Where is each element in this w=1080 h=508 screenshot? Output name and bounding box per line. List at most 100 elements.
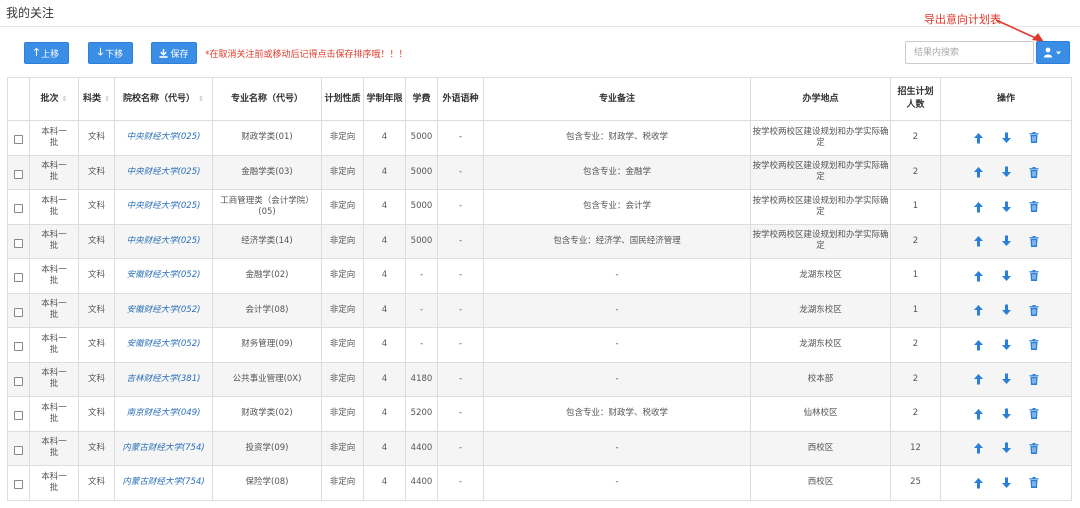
school-link[interactable]: 安徽财经大学(052) <box>127 339 201 349</box>
row-delete-button[interactable] <box>1026 268 1042 284</box>
school-link[interactable]: 中央财经大学(025) <box>127 167 201 177</box>
cell-years: 4 <box>363 292 406 328</box>
header-school[interactable]: 院校名称（代号） ⇕ <box>114 77 213 121</box>
row-select-cell <box>7 258 30 294</box>
school-link[interactable]: 内蒙古财经大学(754) <box>122 443 204 453</box>
cell-category: 文科 <box>78 430 115 466</box>
row-checkbox[interactable] <box>14 135 23 145</box>
row-move-down-button[interactable] <box>998 440 1014 456</box>
cell-school: 内蒙古财经大学(754) <box>114 465 213 501</box>
sort-icon[interactable]: ⇕ <box>198 95 204 103</box>
school-link[interactable]: 安徽财经大学(052) <box>127 270 201 280</box>
row-delete-button[interactable] <box>1026 130 1042 146</box>
school-link[interactable]: 安徽财经大学(052) <box>127 305 201 315</box>
row-delete-button[interactable] <box>1026 302 1042 318</box>
cell-major: 金融学类(03) <box>212 154 322 190</box>
row-move-up-button[interactable] <box>970 130 986 146</box>
cell-major: 工商管理类（会计学院）(05) <box>212 189 322 225</box>
row-move-up-button[interactable] <box>970 164 986 180</box>
row-move-down-button[interactable] <box>998 337 1014 353</box>
move-down-button[interactable]: 🡓 下移 <box>88 42 133 64</box>
row-checkbox[interactable] <box>14 376 23 386</box>
cell-plan: 1 <box>890 292 941 328</box>
row-move-up-button[interactable] <box>970 475 986 491</box>
row-delete-button[interactable] <box>1026 371 1042 387</box>
sort-icon[interactable]: ⇕ <box>104 95 110 103</box>
cell-nature: 非定向 <box>321 189 364 225</box>
export-plan-button[interactable] <box>1036 41 1070 64</box>
row-move-up-button[interactable] <box>970 440 986 456</box>
cell-fee: - <box>405 292 438 328</box>
cell-category: 文科 <box>78 327 115 363</box>
arrow-down-icon <box>1001 304 1011 316</box>
row-move-up-button[interactable] <box>970 337 986 353</box>
school-link[interactable]: 吉林财经大学(381) <box>127 374 201 384</box>
row-delete-button[interactable] <box>1026 164 1042 180</box>
cell-years: 4 <box>363 396 406 432</box>
school-link[interactable]: 南京财经大学(049) <box>127 408 201 418</box>
arrow-down-icon <box>1001 132 1011 143</box>
school-link[interactable]: 中央财经大学(025) <box>127 201 201 211</box>
row-move-down-button[interactable] <box>998 199 1014 215</box>
row-move-down-button[interactable] <box>998 233 1014 249</box>
cell-plan: 2 <box>890 361 941 397</box>
row-checkbox[interactable] <box>14 480 23 490</box>
row-delete-button[interactable] <box>1026 233 1042 249</box>
table-row: 本科一批文科 吉林财经大学(381) 公共事业管理(0X) 非定向 4 4180- - 校本部… <box>7 361 1072 397</box>
move-up-button[interactable]: 🡑 上移 <box>24 42 69 64</box>
header-category[interactable]: 科类 ⇕ <box>78 77 115 121</box>
trash-icon <box>1029 201 1039 213</box>
row-delete-button[interactable] <box>1026 337 1042 353</box>
row-move-up-button[interactable] <box>970 371 986 387</box>
arrow-up-icon: 🡑 <box>33 46 40 58</box>
row-delete-button[interactable] <box>1026 475 1042 491</box>
cell-location: 校本部 <box>750 361 891 397</box>
cell-language: - <box>437 430 484 466</box>
row-checkbox[interactable] <box>14 273 23 283</box>
cell-remark: 包含专业：财政学、税收学 <box>483 396 751 432</box>
row-move-up-button[interactable] <box>970 199 986 215</box>
row-delete-button[interactable] <box>1026 440 1042 456</box>
save-reminder-text: *在取消关注前或移动后记得点击保存排序哦！！！ <box>205 50 408 60</box>
cell-remark: 包含专业：财政学、税收学 <box>483 120 751 156</box>
cell-ops <box>940 396 1072 432</box>
cell-major: 经济学类(14) <box>212 223 322 259</box>
row-move-up-button[interactable] <box>970 302 986 318</box>
search-input[interactable] <box>905 41 1034 64</box>
row-delete-button[interactable] <box>1026 199 1042 215</box>
row-move-down-button[interactable] <box>998 302 1014 318</box>
table-row: 本科一批文科 中央财经大学(025) 金融学类(03) 非定向 4 5000- 包含专业：金… <box>7 154 1072 190</box>
row-move-down-button[interactable] <box>998 164 1014 180</box>
row-move-down-button[interactable] <box>998 130 1014 146</box>
header-batch[interactable]: 批次 ⇕ <box>29 77 79 121</box>
move-down-label: 下移 <box>105 49 124 60</box>
row-checkbox[interactable] <box>14 445 23 455</box>
school-link[interactable]: 内蒙古财经大学(754) <box>122 477 204 487</box>
row-delete-button[interactable] <box>1026 406 1042 422</box>
row-move-down-button[interactable] <box>998 371 1014 387</box>
row-checkbox[interactable] <box>14 342 23 352</box>
school-link[interactable]: 中央财经大学(025) <box>127 236 201 246</box>
school-link[interactable]: 中央财经大学(025) <box>127 132 201 142</box>
row-checkbox[interactable] <box>14 238 23 248</box>
trash-icon <box>1029 339 1039 351</box>
row-checkbox[interactable] <box>14 411 23 421</box>
row-move-down-button[interactable] <box>998 268 1014 284</box>
row-checkbox[interactable] <box>14 307 23 317</box>
cell-category: 文科 <box>78 154 115 190</box>
row-checkbox[interactable] <box>14 204 23 214</box>
save-button[interactable]: 保存 <box>151 42 197 64</box>
row-move-up-button[interactable] <box>970 233 986 249</box>
row-move-up-button[interactable] <box>970 268 986 284</box>
cell-batch: 本科一批 <box>29 154 79 190</box>
trash-icon <box>1029 270 1039 282</box>
row-move-down-button[interactable] <box>998 475 1014 491</box>
row-checkbox[interactable] <box>14 169 23 179</box>
cell-school: 内蒙古财经大学(754) <box>114 430 213 466</box>
trash-icon <box>1029 442 1039 454</box>
table-row: 本科一批文科 中央财经大学(025) 经济学类(14) 非定向 4 5000- 包含专业：经… <box>7 223 1072 259</box>
row-move-up-button[interactable] <box>970 406 986 422</box>
header-major: 专业名称（代号） <box>212 77 322 121</box>
sort-icon[interactable]: ⇕ <box>62 95 68 103</box>
row-move-down-button[interactable] <box>998 406 1014 422</box>
